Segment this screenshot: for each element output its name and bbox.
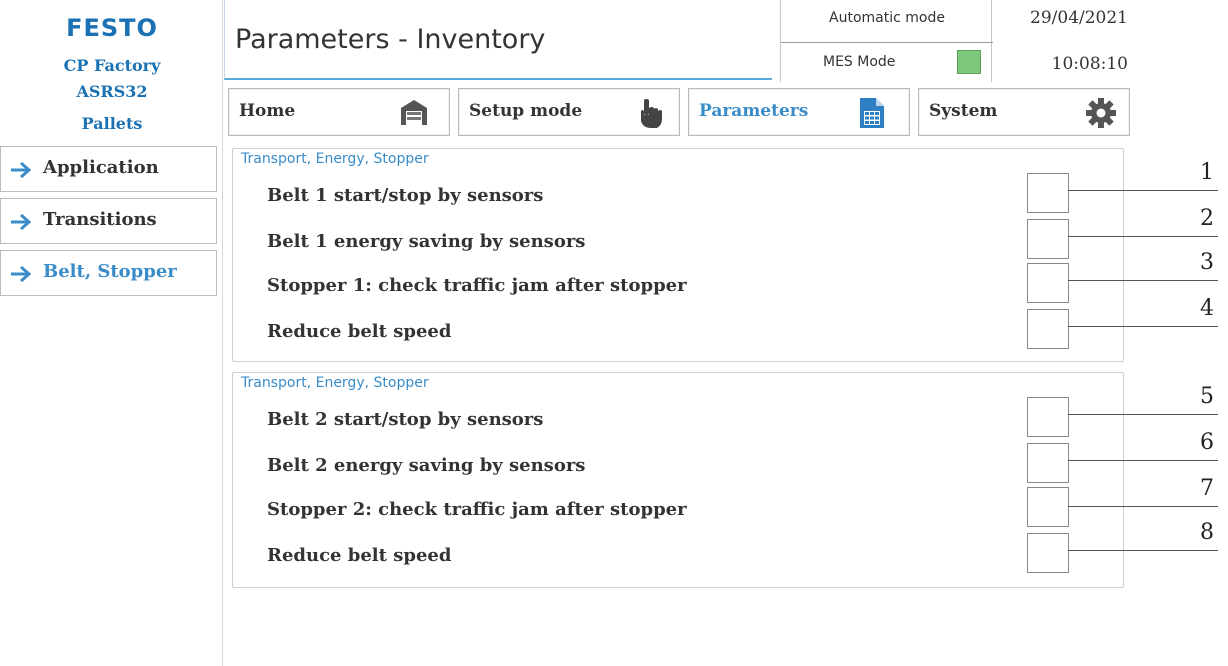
callout-line	[1068, 326, 1218, 327]
time-display: 10:08:10	[1051, 54, 1128, 74]
callout-line	[1068, 236, 1218, 237]
nav-home-label: Home	[239, 101, 296, 121]
sidebar-item-transitions[interactable]: Transitions	[0, 198, 217, 244]
sidebar-item-belt-stopper[interactable]: Belt, Stopper	[0, 250, 217, 296]
callout-line	[1068, 550, 1218, 551]
param-checkbox-1[interactable]	[1027, 173, 1069, 213]
param-label: Belt 2 energy saving by sensors	[267, 455, 586, 476]
param-label: Belt 1 energy saving by sensors	[267, 231, 586, 252]
param-checkbox-7[interactable]	[1027, 487, 1069, 527]
callout-line	[1068, 280, 1218, 281]
sidebar-item-application[interactable]: Application	[0, 146, 217, 192]
param-checkbox-6[interactable]	[1027, 443, 1069, 483]
station-line-1: CP Factory	[63, 56, 161, 75]
param-checkbox-4[interactable]	[1027, 309, 1069, 349]
sidebar-item-label: Belt, Stopper	[43, 261, 177, 282]
hand-pointer-icon	[641, 99, 662, 128]
operating-mode: Automatic mode	[829, 10, 945, 26]
callout-number: 5	[1200, 384, 1214, 409]
nav-system-button[interactable]: System	[918, 88, 1130, 136]
param-checkbox-8[interactable]	[1027, 533, 1069, 573]
callout-number: 1	[1200, 160, 1214, 185]
arrow-right-icon	[11, 161, 32, 179]
status-separator	[781, 42, 993, 43]
param-checkbox-3[interactable]	[1027, 263, 1069, 303]
param-label: Belt 1 start/stop by sensors	[267, 185, 544, 206]
panel-heading: Transport, Energy, Stopper	[241, 375, 429, 391]
callout-line	[1068, 460, 1218, 461]
sidebar-item-label: Transitions	[43, 209, 157, 230]
mes-status-indicator	[957, 50, 981, 74]
sidebar-item-label: Application	[43, 157, 159, 178]
arrow-right-icon	[11, 265, 32, 283]
callout-number: 4	[1200, 296, 1214, 321]
callout-number: 8	[1200, 520, 1214, 545]
param-label: Stopper 1: check traffic jam after stopp…	[267, 275, 687, 296]
nav-parameters-label: Parameters	[699, 101, 809, 121]
gear-icon	[1086, 98, 1116, 128]
param-label: Reduce belt speed	[267, 321, 452, 342]
brand-name: FESTO	[66, 14, 158, 42]
param-label: Stopper 2: check traffic jam after stopp…	[267, 499, 687, 520]
parameter-panel-2: Transport, Energy, Stopper Belt 2 start/…	[232, 372, 1124, 588]
mode-status-panel: Automatic mode MES Mode	[780, 0, 993, 82]
page-title: Parameters - Inventory	[235, 24, 546, 55]
page-title-bar: Parameters - Inventory	[224, 0, 772, 80]
nav-setup-mode-button[interactable]: Setup mode	[458, 88, 680, 136]
arrow-right-icon	[11, 213, 32, 231]
callout-line	[1068, 414, 1218, 415]
station-line-3: Pallets	[81, 114, 143, 133]
param-checkbox-5[interactable]	[1027, 397, 1069, 437]
station-line-2: ASRS32	[76, 82, 148, 101]
param-label: Reduce belt speed	[267, 545, 452, 566]
warehouse-icon	[401, 100, 427, 125]
parameter-panel-1: Transport, Energy, Stopper Belt 1 start/…	[232, 148, 1124, 362]
callout-number: 6	[1200, 430, 1214, 455]
param-label: Belt 2 start/stop by sensors	[267, 409, 544, 430]
param-checkbox-2[interactable]	[1027, 219, 1069, 259]
nav-parameters-button[interactable]: Parameters	[688, 88, 910, 136]
nav-home-button[interactable]: Home	[228, 88, 450, 136]
nav-system-label: System	[929, 101, 998, 121]
date-display: 29/04/2021	[1030, 8, 1128, 28]
callout-line	[1068, 190, 1218, 191]
callout-line	[1068, 506, 1218, 507]
callout-number: 7	[1200, 476, 1214, 501]
panel-heading: Transport, Energy, Stopper	[241, 151, 429, 167]
mes-mode-label: MES Mode	[823, 54, 896, 70]
callout-number: 3	[1200, 250, 1214, 275]
nav-setup-mode-label: Setup mode	[469, 101, 583, 121]
document-table-icon	[860, 98, 884, 128]
callout-number: 2	[1200, 206, 1214, 231]
sidebar-divider	[222, 0, 223, 666]
